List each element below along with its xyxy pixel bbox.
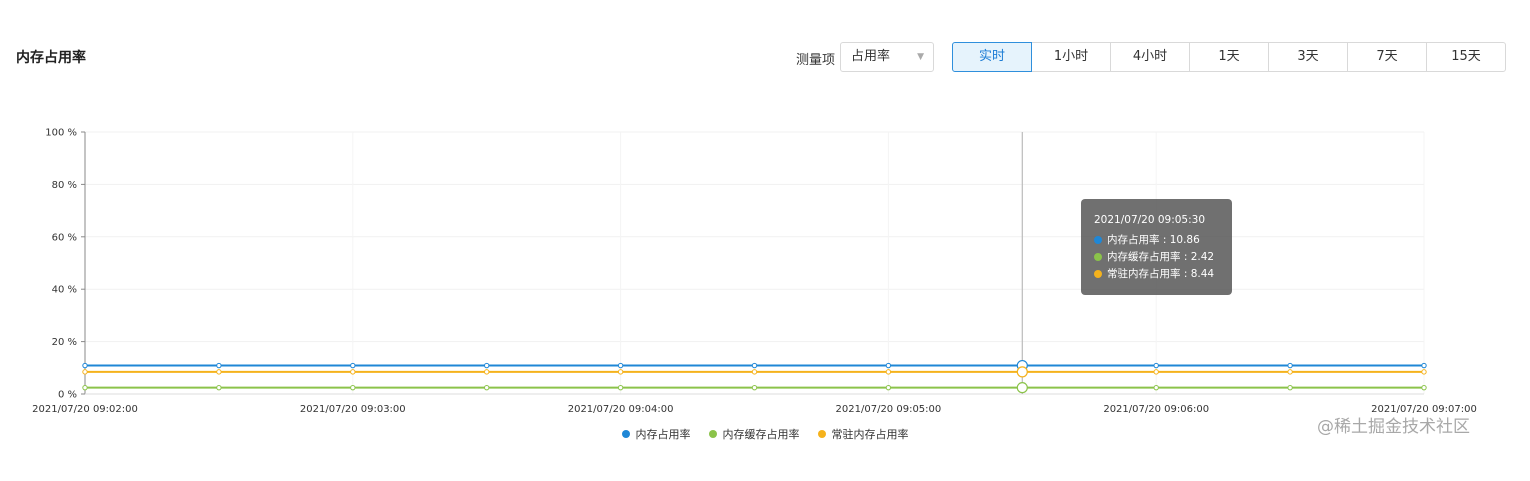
x-tick-label: 2021/07/20 09:03:00	[300, 404, 406, 415]
data-point	[216, 369, 222, 375]
y-tick-label: 60 %	[52, 232, 77, 243]
legend-label: 常驻内存占用率	[831, 428, 909, 441]
series-dot-icon	[1094, 269, 1102, 278]
data-point	[1153, 384, 1159, 391]
data-point	[1153, 362, 1159, 369]
data-point	[484, 369, 490, 375]
data-point	[617, 369, 624, 375]
data-point	[617, 384, 624, 391]
x-tick-label: 2021/07/20 09:05:00	[836, 404, 942, 415]
tooltip-row: 内存缓存占用率 : 2.42	[1094, 248, 1232, 265]
data-point	[350, 384, 356, 391]
legend-item-memory-usage[interactable]: 内存占用率	[621, 426, 691, 442]
memory-usage-panel: 内存占用率 测量项 占用率 ▼ 实时 1小时 4小时 1天 3天 7天 15天 …	[0, 0, 1530, 481]
data-point	[1287, 362, 1293, 369]
tooltip-row: 内存占用率 : 10.86	[1094, 231, 1232, 248]
data-point	[1016, 366, 1028, 378]
range-button-realtime[interactable]: 实时	[952, 42, 1032, 72]
legend-dot-icon	[708, 430, 717, 438]
data-point	[216, 384, 222, 391]
series-dot-icon	[1094, 252, 1102, 261]
data-point	[751, 362, 758, 369]
x-tick-label: 2021/07/20 09:02:00	[32, 404, 138, 415]
data-point	[885, 362, 892, 369]
data-point	[1287, 369, 1293, 375]
data-point	[82, 384, 88, 391]
data-point	[484, 362, 490, 369]
tooltip-row-text: 内存占用率 : 10.86	[1107, 234, 1200, 246]
chart-tooltip: 2021/07/20 09:05:30 内存占用率 : 10.86 内存缓存占用…	[1081, 199, 1232, 295]
data-point	[1421, 369, 1427, 375]
tooltip-row: 常驻内存占用率 : 8.44	[1094, 265, 1232, 282]
data-point	[82, 362, 88, 369]
data-point	[82, 369, 88, 375]
y-tick-label: 0 %	[58, 390, 77, 401]
data-point	[1421, 362, 1427, 369]
legend-label: 内存占用率	[635, 428, 691, 441]
tooltip-row-text: 常驻内存占用率 : 8.44	[1107, 268, 1215, 280]
line-chart[interactable]: 0 % 20 % 40 % 60 % 80 % 100 % 2021/07/20 09:02…	[0, 0, 1530, 481]
data-point	[216, 362, 222, 369]
y-tick-label: 20 %	[52, 337, 77, 348]
data-point	[350, 369, 356, 375]
data-point	[885, 369, 892, 375]
data-point	[1287, 384, 1293, 391]
legend-dot-icon	[817, 430, 826, 438]
data-point	[885, 384, 892, 391]
data-point	[1153, 369, 1159, 375]
data-point	[751, 384, 758, 391]
data-point	[484, 384, 490, 391]
data-point	[1016, 382, 1028, 394]
data-point	[350, 362, 356, 369]
chart-legend: 内存占用率 内存缓存占用率 常驻内存占用率	[0, 426, 1530, 442]
data-point	[1421, 384, 1427, 391]
tooltip-time: 2021/07/20 09:05:30	[1094, 214, 1206, 226]
data-point	[751, 369, 758, 375]
y-tick-label: 40 %	[52, 285, 77, 296]
x-tick-label: 2021/07/20 09:06:00	[1103, 404, 1209, 415]
y-tick-label: 80 %	[52, 180, 77, 191]
legend-dot-icon	[621, 430, 630, 438]
data-point	[617, 362, 624, 369]
legend-item-resident-usage[interactable]: 常驻内存占用率	[817, 426, 909, 442]
y-tick-label: 100 %	[45, 128, 77, 139]
legend-item-cache-usage[interactable]: 内存缓存占用率	[708, 426, 800, 442]
series-dot-icon	[1094, 235, 1102, 244]
watermark: @稀土掘金技术社区	[1317, 417, 1470, 437]
tooltip-row-text: 内存缓存占用率 : 2.42	[1107, 251, 1215, 263]
x-tick-label: 2021/07/20 09:04:00	[568, 404, 674, 415]
legend-label: 内存缓存占用率	[722, 428, 800, 441]
